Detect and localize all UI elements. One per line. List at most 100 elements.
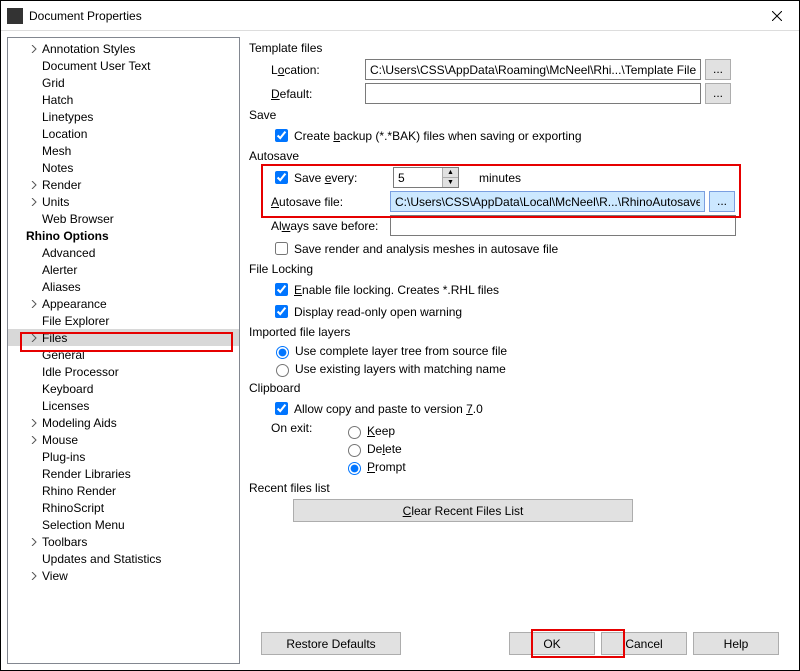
- radio-prompt-row[interactable]: Prompt: [343, 459, 406, 475]
- tree-item[interactable]: View: [8, 567, 239, 584]
- tree-item[interactable]: Alerter: [8, 261, 239, 278]
- tree-item[interactable]: Render Libraries: [8, 465, 239, 482]
- tree-item[interactable]: Mesh: [8, 142, 239, 159]
- chevron-right-icon: [28, 383, 40, 395]
- tree-item[interactable]: Annotation Styles: [8, 40, 239, 57]
- close-button[interactable]: [754, 1, 799, 30]
- category-tree[interactable]: Annotation StylesDocument User TextGridH…: [7, 37, 240, 664]
- tree-item[interactable]: Location: [8, 125, 239, 142]
- checkbox-allow-copy[interactable]: [275, 402, 288, 415]
- checkbox-readonly-warning-row[interactable]: Display read-only open warning: [249, 302, 789, 321]
- location-input[interactable]: [365, 59, 701, 80]
- radio-complete-tree-row[interactable]: Use complete layer tree from source file: [249, 343, 789, 359]
- checkbox-create-backup[interactable]: [275, 129, 288, 142]
- tree-item[interactable]: Plug-ins: [8, 448, 239, 465]
- tree-item[interactable]: Licenses: [8, 397, 239, 414]
- checkbox-enable-locking[interactable]: [275, 283, 288, 296]
- checkbox-save-every[interactable]: [275, 171, 288, 184]
- radio-delete-row[interactable]: Delete: [343, 441, 406, 457]
- restore-defaults-button[interactable]: Restore Defaults: [261, 632, 401, 655]
- cancel-button[interactable]: Cancel: [601, 632, 687, 655]
- radio-existing-layers-row[interactable]: Use existing layers with matching name: [249, 361, 789, 377]
- tree-item[interactable]: Linetypes: [8, 108, 239, 125]
- tree-item[interactable]: Idle Processor: [8, 363, 239, 380]
- chevron-right-icon: [28, 94, 40, 106]
- chevron-right-icon: [28, 417, 40, 429]
- tree-item[interactable]: Web Browser: [8, 210, 239, 227]
- section-clipboard: Clipboard: [249, 381, 789, 395]
- save-every-input[interactable]: [394, 168, 442, 187]
- checkbox-save-meshes[interactable]: [275, 242, 288, 255]
- chevron-right-icon: [28, 43, 40, 55]
- label-minutes: minutes: [479, 171, 521, 185]
- checkbox-save-meshes-row[interactable]: Save render and analysis meshes in autos…: [249, 239, 789, 258]
- chevron-right-icon: [28, 468, 40, 480]
- tree-item[interactable]: Render: [8, 176, 239, 193]
- checkbox-create-backup-row[interactable]: Create backup (*.*BAK) files when saving…: [249, 126, 789, 145]
- tree-item[interactable]: Mouse: [8, 431, 239, 448]
- help-button[interactable]: Help: [693, 632, 779, 655]
- spinner-up-icon[interactable]: ▲: [443, 168, 458, 178]
- checkbox-allow-copy-row[interactable]: Allow copy and paste to version 7.0: [249, 399, 789, 418]
- tree-item[interactable]: Grid: [8, 74, 239, 91]
- chevron-right-icon: [12, 230, 24, 242]
- chevron-right-icon: [28, 77, 40, 89]
- tree-item[interactable]: Notes: [8, 159, 239, 176]
- label-autosave-file: Autosave file:: [271, 195, 390, 209]
- chevron-right-icon: [28, 128, 40, 140]
- radio-keep[interactable]: [348, 426, 361, 439]
- dialog-window: Document Properties Annotation StylesDoc…: [0, 0, 800, 671]
- browse-autosave-button[interactable]: ...: [709, 191, 735, 212]
- radio-prompt[interactable]: [348, 462, 361, 475]
- chevron-right-icon: [28, 349, 40, 361]
- tree-item[interactable]: General: [8, 346, 239, 363]
- tree-header-rhino-options[interactable]: Rhino Options: [8, 227, 239, 244]
- chevron-right-icon: [28, 213, 40, 225]
- browse-location-button[interactable]: ...: [705, 59, 731, 80]
- dialog-footer: Restore Defaults OK Cancel Help: [249, 622, 789, 664]
- tree-item[interactable]: Files: [8, 329, 239, 346]
- tree-item[interactable]: Aliases: [8, 278, 239, 295]
- autosave-file-input[interactable]: [390, 191, 705, 212]
- ok-button[interactable]: OK: [509, 632, 595, 655]
- chevron-right-icon: [28, 298, 40, 310]
- radio-existing-layers[interactable]: [276, 364, 289, 377]
- chevron-right-icon: [28, 502, 40, 514]
- tree-item[interactable]: Advanced: [8, 244, 239, 261]
- clear-recent-button[interactable]: Clear Recent Files List: [293, 499, 633, 522]
- tree-item[interactable]: Updates and Statistics: [8, 550, 239, 567]
- tree-item[interactable]: Document User Text: [8, 57, 239, 74]
- tree-item[interactable]: Keyboard: [8, 380, 239, 397]
- radio-delete[interactable]: [348, 444, 361, 457]
- save-every-spinner[interactable]: ▲▼: [393, 167, 459, 188]
- default-input[interactable]: [365, 83, 701, 104]
- radio-complete-tree[interactable]: [276, 346, 289, 359]
- chevron-right-icon: [28, 111, 40, 123]
- chevron-right-icon: [28, 264, 40, 276]
- checkbox-enable-locking-row[interactable]: Enable file locking. Creates *.RHL files: [249, 280, 789, 299]
- spinner-down-icon[interactable]: ▼: [443, 178, 458, 187]
- chevron-right-icon: [28, 281, 40, 293]
- tree-item[interactable]: Selection Menu: [8, 516, 239, 533]
- tree-item[interactable]: RhinoScript: [8, 499, 239, 516]
- tree-item[interactable]: Rhino Render: [8, 482, 239, 499]
- section-imported: Imported file layers: [249, 325, 789, 339]
- section-file-locking: File Locking: [249, 262, 789, 276]
- label-default: Default:: [271, 87, 365, 101]
- checkbox-save-every-row[interactable]: Save every: ▲▼ minutes: [249, 167, 789, 188]
- checkbox-readonly-warning[interactable]: [275, 305, 288, 318]
- chevron-right-icon: [28, 196, 40, 208]
- tree-item[interactable]: Modeling Aids: [8, 414, 239, 431]
- radio-keep-row[interactable]: Keep: [343, 423, 406, 439]
- chevron-right-icon: [28, 485, 40, 497]
- browse-default-button[interactable]: ...: [705, 83, 731, 104]
- chevron-right-icon: [28, 536, 40, 548]
- tree-item[interactable]: Appearance: [8, 295, 239, 312]
- tree-item[interactable]: Units: [8, 193, 239, 210]
- close-icon: [772, 11, 782, 21]
- label-on-exit: On exit:: [271, 421, 343, 435]
- tree-item[interactable]: File Explorer: [8, 312, 239, 329]
- tree-item[interactable]: Toolbars: [8, 533, 239, 550]
- always-save-before-input[interactable]: [390, 215, 736, 236]
- tree-item[interactable]: Hatch: [8, 91, 239, 108]
